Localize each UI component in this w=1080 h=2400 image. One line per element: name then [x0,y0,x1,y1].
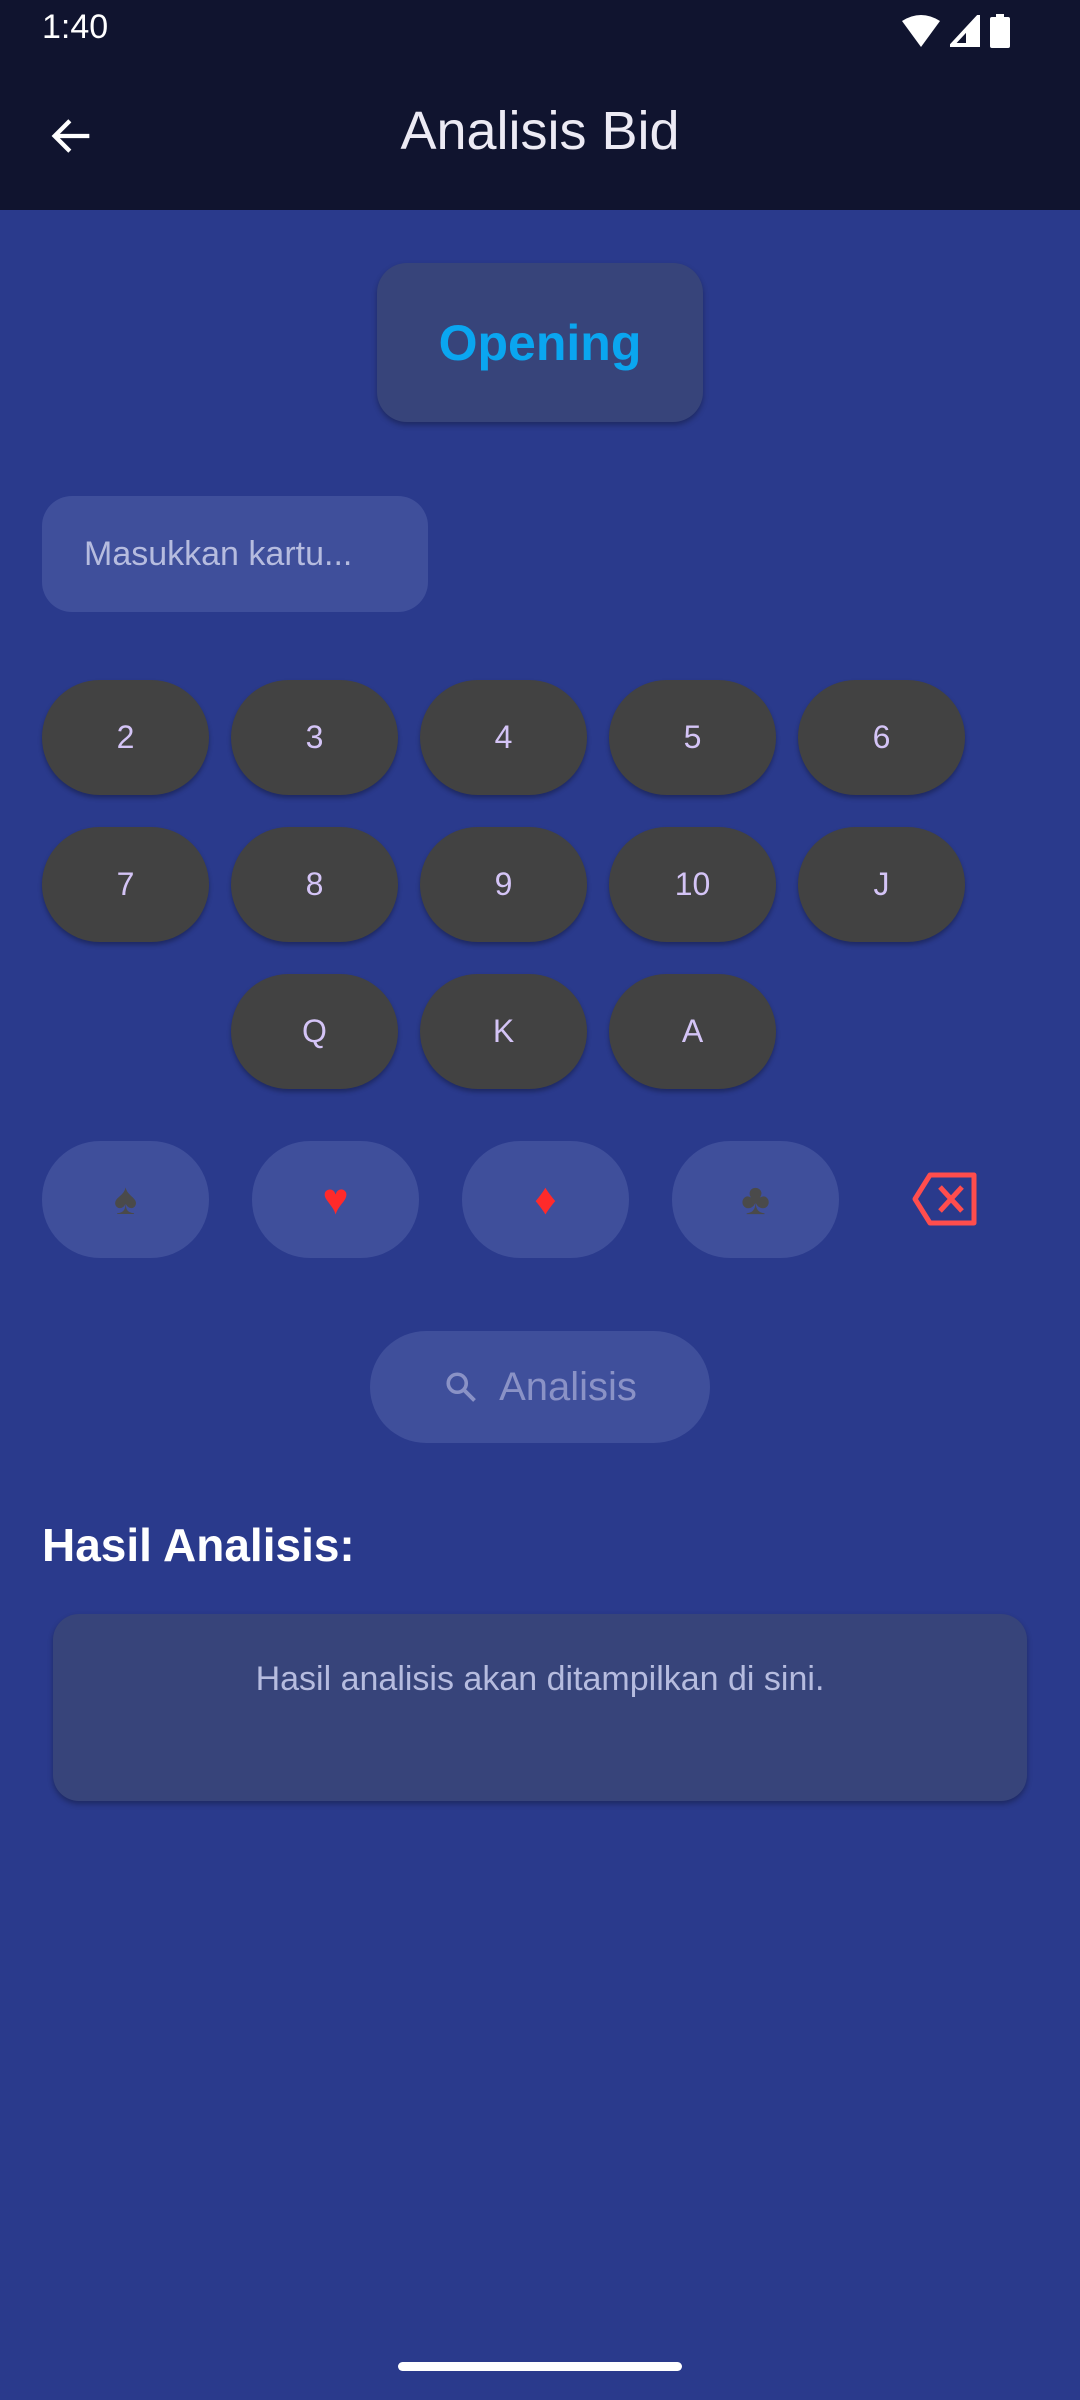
suit-button-diamond[interactable]: ♦ [462,1141,629,1258]
rank-button-5[interactable]: 5 [609,680,776,795]
suit-button-club[interactable]: ♣ [672,1141,839,1258]
rank-button-8[interactable]: 8 [231,827,398,942]
diamond-icon: ♦ [534,1174,557,1224]
club-icon: ♣ [741,1174,770,1224]
rank-button-4[interactable]: 4 [420,680,587,795]
page-title: Analisis Bid [400,101,680,161]
status-time: 1:40 [42,8,109,46]
analyze-label: Analisis [499,1364,637,1409]
rank-button-3[interactable]: 3 [231,680,398,795]
analyze-button[interactable]: Analisis [370,1331,710,1443]
search-icon [446,1372,476,1402]
result-heading: Hasil Analisis: [42,1519,355,1571]
signal-icon [950,15,980,47]
result-box: Hasil analisis akan ditampilkan di sini. [53,1614,1027,1801]
suit-button-heart[interactable]: ♥ [252,1141,419,1258]
heart-icon: ♥ [322,1174,349,1224]
home-indicator[interactable] [398,2362,682,2371]
suit-button-spade[interactable]: ♠ [42,1141,209,1258]
rank-button-10[interactable]: 10 [609,827,776,942]
rank-button-7[interactable]: 7 [42,827,209,942]
backspace-icon[interactable] [912,1172,978,1226]
spade-icon: ♠ [113,1174,138,1224]
rank-button-2[interactable]: 2 [42,680,209,795]
status-icons [902,14,1010,48]
rank-button-q[interactable]: Q [231,974,398,1089]
rank-button-9[interactable]: 9 [420,827,587,942]
card-input[interactable]: Masukkan kartu... [42,496,428,612]
battery-icon [990,14,1010,48]
result-text: Hasil analisis akan ditampilkan di sini. [255,1660,825,1698]
opening-mode-button[interactable]: Opening [377,263,703,422]
rank-button-6[interactable]: 6 [798,680,965,795]
rank-button-j[interactable]: J [798,827,965,942]
rank-button-a[interactable]: A [609,974,776,1089]
rank-button-k[interactable]: K [420,974,587,1089]
wifi-icon [902,15,940,47]
